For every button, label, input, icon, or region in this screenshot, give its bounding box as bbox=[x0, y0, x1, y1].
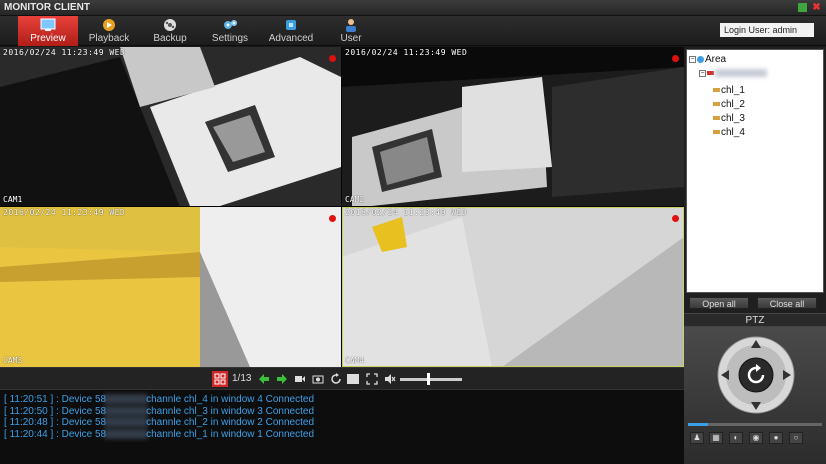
title-bar: MONITOR CLIENT ✖ bbox=[0, 0, 826, 16]
channel-icon bbox=[713, 102, 720, 107]
tab-playback[interactable]: Playback bbox=[84, 16, 134, 46]
camera-window-2[interactable]: 2016/02/24 11:23:49 WED CAM2 bbox=[342, 47, 684, 206]
settings-icon bbox=[224, 20, 237, 29]
camera-window-1[interactable]: 2016/02/24 11:23:49 WED CAM1 bbox=[0, 47, 341, 206]
ptz-speed-level bbox=[688, 423, 708, 426]
tab-label: Preview bbox=[30, 33, 66, 44]
event-log: [ 11:20:51 ] : Device 58 channle chl_4 in… bbox=[0, 389, 684, 464]
window-title: MONITOR CLIENT bbox=[4, 2, 90, 13]
tab-user[interactable]: User bbox=[334, 16, 368, 46]
tree-device[interactable]: − bbox=[699, 68, 767, 79]
login-user: Login User: admin bbox=[720, 23, 814, 37]
log-line: [ 11:20:51 ] : Device 58 channle chl_4 in… bbox=[4, 394, 314, 405]
page-indicator: 1/13 bbox=[232, 373, 252, 384]
tree-channel-4[interactable]: chl_4 bbox=[713, 127, 745, 138]
tab-label: Settings bbox=[211, 33, 249, 44]
tab-label: Advanced bbox=[268, 33, 314, 44]
channel-icon bbox=[713, 116, 720, 121]
camera-label: CAM4 bbox=[345, 356, 365, 365]
tab-preview[interactable]: Preview bbox=[18, 16, 78, 46]
split-screen-button[interactable] bbox=[212, 371, 228, 387]
channel-icon bbox=[713, 88, 720, 93]
camera-timestamp: 2016/02/24 11:23:49 WED bbox=[345, 208, 468, 217]
ptz-speed-slider[interactable] bbox=[688, 423, 822, 426]
camera-window-3[interactable]: 2016/02/24 11:23:49 WED CAM3 bbox=[0, 207, 341, 367]
recording-indicator bbox=[329, 215, 336, 222]
video-grid: 2016/02/24 11:23:49 WED CAM1 2016/02/24 … bbox=[0, 47, 684, 367]
close-window-button[interactable]: ✖ bbox=[812, 3, 821, 13]
redacted-device-id bbox=[104, 405, 149, 416]
redacted-device-id bbox=[104, 428, 149, 439]
close-all-button[interactable]: Close all bbox=[757, 297, 817, 309]
camera-feed bbox=[342, 207, 684, 367]
tab-label: Playback bbox=[88, 33, 130, 44]
collapse-icon[interactable]: − bbox=[689, 55, 696, 63]
tree-channel-1[interactable]: chl_1 bbox=[713, 85, 745, 96]
snapshot-icon[interactable] bbox=[312, 373, 324, 385]
advanced-icon bbox=[286, 20, 296, 30]
globe-icon bbox=[697, 55, 704, 63]
log-line: [ 11:20:50 ] : Device 58 channle chl_3 in… bbox=[4, 405, 314, 417]
ptz-header: PTZ bbox=[684, 313, 826, 327]
preview-icon bbox=[40, 18, 56, 31]
ptz-joystick[interactable] bbox=[716, 335, 796, 415]
mute-icon[interactable] bbox=[384, 373, 396, 385]
ptz-preset-button[interactable]: ♟ bbox=[690, 432, 704, 444]
volume-knob[interactable] bbox=[426, 373, 430, 385]
playback-icon bbox=[103, 19, 115, 31]
backup-icon bbox=[164, 19, 176, 31]
camera-timestamp: 2016/02/24 11:23:49 WED bbox=[3, 208, 126, 217]
arrow-right-icon[interactable] bbox=[276, 373, 288, 385]
camera-label: CAM1 bbox=[3, 195, 23, 204]
refresh-icon[interactable] bbox=[330, 373, 342, 385]
ptz-focus-button[interactable]: ◉ bbox=[749, 432, 763, 444]
right-panel: − Area − chl_1 chl_2 chl_3 chl_4 Open all… bbox=[684, 47, 826, 464]
camera-label: CAM3 bbox=[3, 356, 23, 365]
camera-timestamp: 2016/02/24 11:23:49 WED bbox=[3, 48, 126, 57]
camera-window-4[interactable]: 2016/02/24 11:23:49 WED CAM4 bbox=[342, 207, 684, 367]
tab-label: User bbox=[340, 33, 362, 44]
tree-channel-2[interactable]: chl_2 bbox=[713, 99, 745, 110]
channel-icon bbox=[713, 130, 720, 135]
user-icon bbox=[346, 19, 356, 32]
camera-feed bbox=[0, 47, 341, 206]
video-control-bar: 1/13 bbox=[0, 367, 684, 389]
minimize-button[interactable] bbox=[798, 3, 807, 12]
ptz-iris-button[interactable]: ● bbox=[769, 432, 783, 444]
tab-advanced[interactable]: Advanced bbox=[264, 16, 318, 46]
camera-feed bbox=[0, 207, 341, 367]
record-icon[interactable] bbox=[294, 373, 306, 385]
camera-timestamp: 2016/02/24 11:23:49 WED bbox=[345, 48, 468, 57]
ptz-panel: ♟ ▦ ◐ ◉ ● ○ bbox=[684, 327, 826, 464]
fullscreen-icon[interactable] bbox=[366, 373, 378, 385]
tab-backup[interactable]: Backup bbox=[148, 16, 192, 46]
main-toolbar: Preview Playback Backup Settings Advance… bbox=[0, 16, 826, 46]
ptz-zoom-button[interactable]: ◐ bbox=[729, 432, 743, 444]
grid-icon bbox=[214, 373, 226, 385]
recording-indicator bbox=[329, 55, 336, 62]
ptz-light-button[interactable]: ○ bbox=[789, 432, 803, 444]
ptz-cruise-button[interactable]: ▦ bbox=[709, 432, 723, 444]
device-icon bbox=[707, 71, 714, 76]
log-line: [ 11:20:48 ] : Device 58 channle chl_2 in… bbox=[4, 417, 314, 428]
log-line: [ 11:20:44 ] : Device 58 channle chl_1 in… bbox=[4, 428, 314, 440]
recording-indicator bbox=[672, 215, 679, 222]
tree-channel-3[interactable]: chl_3 bbox=[713, 113, 745, 124]
camera-feed bbox=[342, 47, 684, 206]
collapse-icon[interactable]: − bbox=[699, 69, 706, 77]
redacted-device-name bbox=[715, 69, 767, 78]
open-all-button[interactable]: Open all bbox=[689, 297, 749, 309]
tab-label: Backup bbox=[153, 33, 187, 44]
tree-root[interactable]: − Area bbox=[689, 54, 726, 65]
redacted-device-id bbox=[104, 394, 149, 405]
device-tree: − Area − chl_1 chl_2 chl_3 chl_4 bbox=[686, 49, 824, 293]
tree-root-label: Area bbox=[705, 54, 727, 65]
arrow-left-icon[interactable] bbox=[258, 373, 270, 385]
recording-indicator bbox=[672, 55, 679, 62]
display-mode-icon[interactable] bbox=[346, 373, 360, 385]
volume-slider[interactable] bbox=[400, 378, 462, 381]
camera-label: CAM2 bbox=[345, 195, 365, 204]
redacted-device-id bbox=[104, 417, 149, 428]
tab-settings[interactable]: Settings bbox=[206, 16, 254, 46]
